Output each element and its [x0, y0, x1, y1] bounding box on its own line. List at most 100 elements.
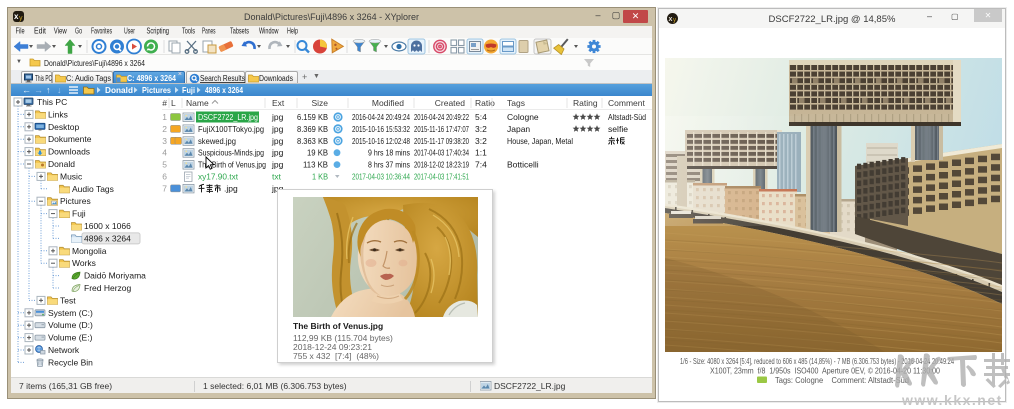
svg-text:3: 3 [162, 136, 167, 146]
svg-text:FujiX100TTokyo.jpg: FujiX100TTokyo.jpg [198, 124, 264, 134]
svg-text:5:4: 5:4 [475, 112, 487, 122]
svg-text:Fuji: Fuji [182, 85, 195, 95]
svg-text:7: 7 [162, 183, 167, 193]
svg-text:xy17.90.txt: xy17.90.txt [198, 172, 239, 182]
svg-text:2017-04-03 17:40:34: 2017-04-03 17:40:34 [414, 148, 469, 158]
svg-text:Altstadt-Süd: Altstadt-Süd [608, 112, 646, 122]
svg-text:Created: Created [435, 98, 466, 108]
svg-text:L: L [171, 98, 176, 108]
svg-text:Downloads: Downloads [48, 147, 90, 157]
svg-text:4896 x 3264: 4896 x 3264 [205, 85, 243, 95]
svg-text:DSCF2722_LR.jpg: DSCF2722_LR.jpg [198, 112, 258, 122]
svg-text:This PC: This PC [37, 97, 67, 107]
svg-text:Fred Herzog: Fred Herzog [84, 283, 132, 293]
svg-text:2018-12-02 18:23:19: 2018-12-02 18:23:19 [414, 160, 469, 170]
svg-text:←: ← [22, 85, 31, 95]
svg-text:Desktop: Desktop [48, 122, 79, 132]
svg-text:Cologne: Cologne [507, 112, 539, 122]
svg-text:1600 x 1066: 1600 x 1066 [84, 221, 131, 231]
svg-text:2016-04-24 20:49:22: 2016-04-24 20:49:22 [414, 112, 469, 122]
svg-text:Favorites: Favorites [91, 26, 112, 36]
svg-text:Dokumente: Dokumente [48, 134, 92, 144]
svg-text:↓: ↓ [57, 85, 62, 95]
svg-text:Comment: Comment [608, 98, 645, 108]
svg-text:Volume (E:): Volume (E:) [48, 333, 93, 343]
svg-text:This PC: This PC [35, 74, 52, 83]
svg-text:.jpg: .jpg [224, 183, 238, 193]
svg-text:Downloads: Downloads [259, 74, 293, 83]
svg-text:Botticelli: Botticelli [507, 160, 539, 170]
svg-text:jpg: jpg [271, 160, 284, 170]
svg-text:Window: Window [259, 26, 279, 36]
svg-text:File: File [16, 26, 25, 36]
svg-text:8.363 KB: 8.363 KB [297, 136, 328, 146]
svg-text:2: 2 [162, 124, 167, 134]
svg-text:1 KB: 1 KB [312, 172, 328, 182]
svg-text:Test: Test [60, 295, 76, 305]
svg-text:C: Audio Tags: C: Audio Tags [66, 74, 111, 83]
svg-text:Recycle Bin: Recycle Bin [48, 357, 93, 367]
svg-text:System (C:): System (C:) [48, 308, 93, 318]
svg-text:19 KB: 19 KB [307, 148, 328, 158]
svg-text:Mongolia: Mongolia [72, 246, 107, 256]
svg-text:Works: Works [72, 258, 96, 268]
svg-text:Ext: Ext [272, 98, 285, 108]
svg-text:2016-04-24 20:49:24: 2016-04-24 20:49:24 [352, 112, 410, 122]
svg-text:Donald\Pictures\Fuji\4896 x 32: Donald\Pictures\Fuji\4896 x 3264 [44, 58, 145, 68]
svg-text:www.kkx.net: www.kkx.net [901, 392, 1003, 408]
svg-text:Music: Music [60, 171, 83, 181]
svg-text:2017-04-03 10:36:44: 2017-04-03 10:36:44 [352, 172, 410, 182]
svg-text:2015-10-16 12:02:48: 2015-10-16 12:02:48 [352, 136, 410, 146]
svg-text:Donald: Donald [48, 159, 75, 169]
svg-text:Rating: Rating [573, 98, 598, 108]
svg-text:Links: Links [48, 109, 68, 119]
svg-text:Volume (D:): Volume (D:) [48, 320, 93, 330]
svg-text:View: View [54, 26, 68, 36]
svg-text:Search Results: Search Results [200, 74, 245, 83]
svg-text:jpg: jpg [271, 136, 284, 146]
svg-text:1:1: 1:1 [475, 148, 487, 158]
svg-text:6: 6 [162, 172, 167, 182]
svg-text:House, Japan, Metal: House, Japan, Metal [507, 136, 573, 146]
svg-text:Fuji: Fuji [72, 209, 86, 219]
svg-text:8.369 KB: 8.369 KB [297, 124, 328, 134]
svg-text:→: → [34, 85, 43, 95]
svg-text:Scripting: Scripting [147, 26, 170, 36]
svg-text:Tabsets: Tabsets [230, 26, 249, 36]
svg-text:Donald: Donald [105, 85, 133, 95]
svg-text:Pictures: Pictures [60, 196, 91, 206]
svg-text:6.159 KB: 6.159 KB [297, 112, 328, 122]
svg-text:selfie: selfie [608, 124, 628, 134]
svg-text:jpg: jpg [271, 112, 284, 122]
svg-text:1: 1 [162, 112, 167, 122]
svg-text:skewed.jpg: skewed.jpg [198, 136, 236, 146]
svg-text:Daidō Moriyama: Daidō Moriyama [84, 271, 146, 281]
svg-text:113 KB: 113 KB [303, 160, 328, 170]
svg-text:↑: ↑ [46, 85, 51, 95]
svg-text:4896 x 3264: 4896 x 3264 [84, 233, 131, 243]
svg-text:Help: Help [287, 26, 298, 36]
svg-text:4: 4 [162, 148, 167, 158]
svg-text:User: User [124, 26, 135, 36]
svg-text:2017-04-03 17:41:51: 2017-04-03 17:41:51 [414, 172, 469, 182]
svg-text:2015-10-16 15:53:32: 2015-10-16 15:53:32 [352, 124, 410, 134]
svg-text:Edit: Edit [34, 26, 47, 36]
svg-text:Tags: Tags [507, 98, 525, 108]
svg-text:3:2: 3:2 [475, 124, 487, 134]
svg-text:8 hrs 37 mins: 8 hrs 37 mins [368, 160, 410, 170]
svg-text:jpg: jpg [271, 148, 284, 158]
svg-text:txt: txt [272, 172, 282, 182]
svg-text:Name: Name [186, 98, 209, 108]
svg-text:Size: Size [311, 98, 328, 108]
svg-text:Audio Tags: Audio Tags [72, 184, 114, 194]
svg-text:7:4: 7:4 [475, 160, 487, 170]
svg-text:Tools: Tools [182, 26, 195, 36]
svg-text:3:2: 3:2 [475, 136, 487, 146]
svg-text:Panes: Panes [202, 26, 216, 36]
svg-text:9 hrs 18 mins: 9 hrs 18 mins [368, 148, 410, 158]
svg-text:Japan: Japan [507, 124, 530, 134]
svg-text:Modified: Modified [372, 98, 404, 108]
svg-text:2015-11-16 17:47:07: 2015-11-16 17:47:07 [414, 124, 469, 134]
svg-text:jpg: jpg [271, 124, 284, 134]
svg-text:#: # [162, 98, 167, 108]
